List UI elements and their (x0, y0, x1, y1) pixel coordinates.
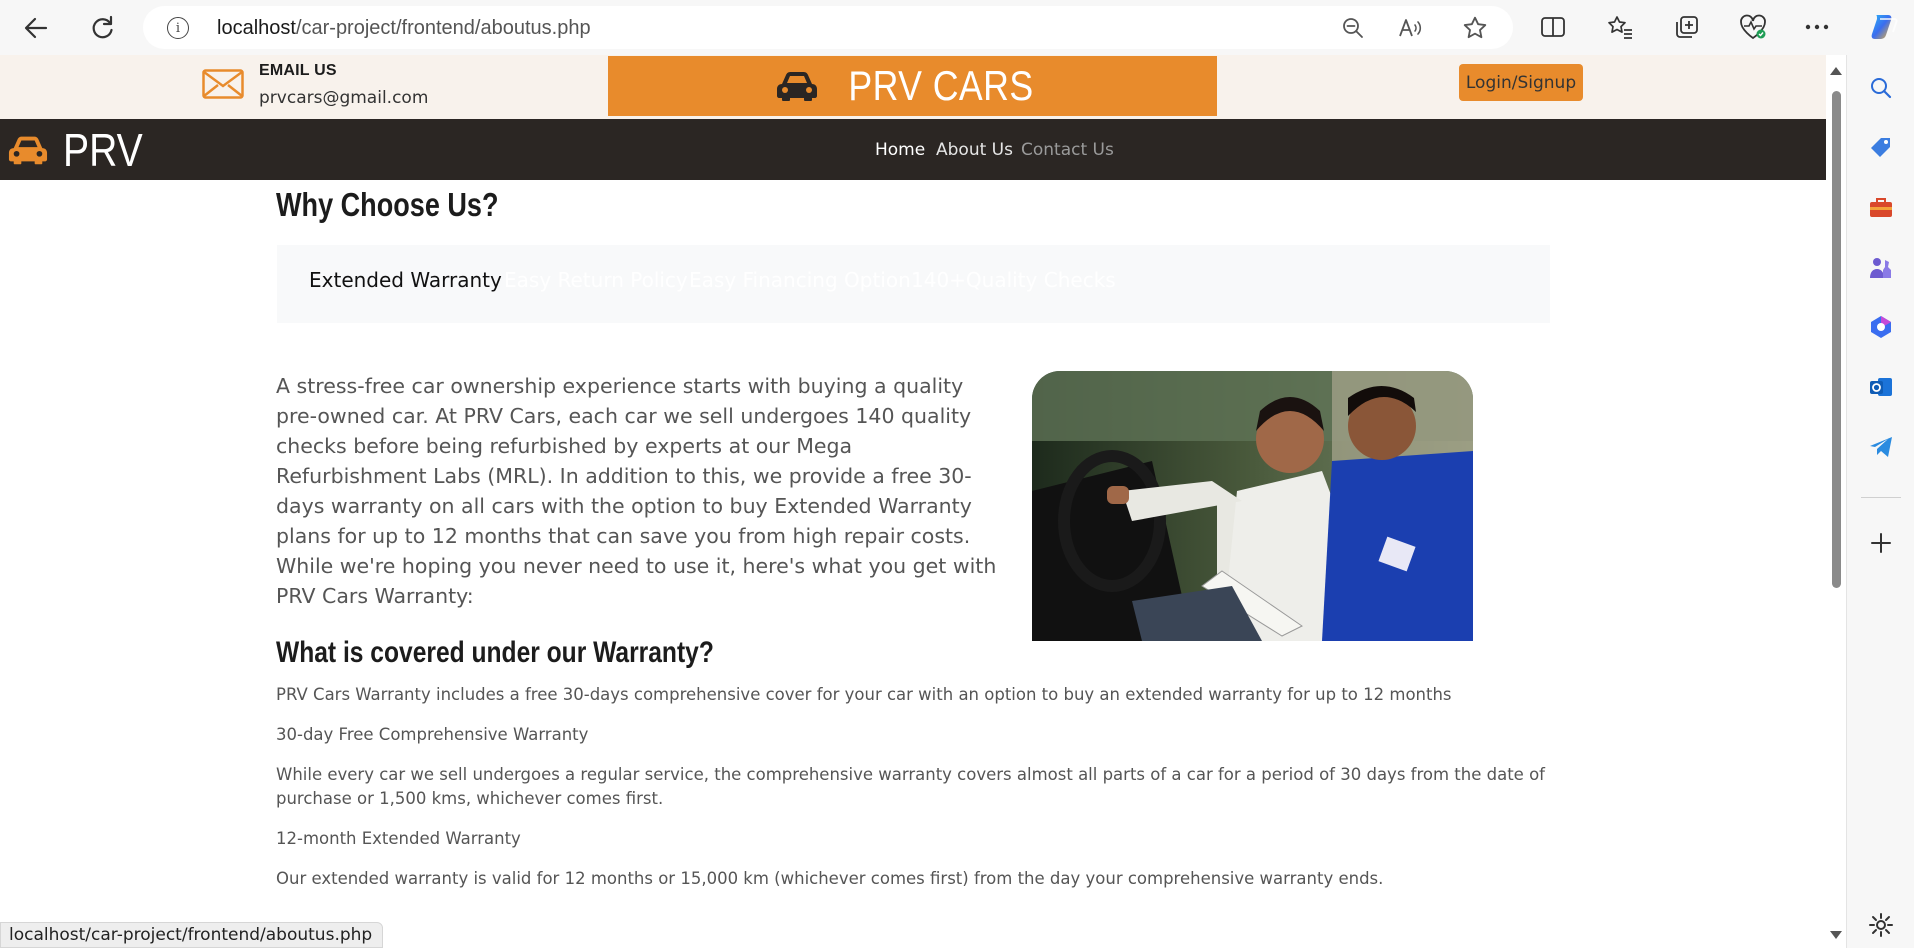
free-warranty-description: While every car we sell undergoes a regu… (276, 765, 1545, 808)
tab-easy-return[interactable]: Easy Return Policy (504, 268, 688, 292)
brand-banner-text: PRV CARS (847, 62, 1034, 109)
telegram-icon[interactable] (1866, 432, 1896, 462)
email-address: prvcars@gmail.com (259, 88, 429, 108)
more-menu-icon[interactable] (1802, 12, 1832, 42)
shopping-tag-icon[interactable] (1866, 132, 1896, 162)
nav-home-link[interactable]: Home (875, 140, 925, 160)
warranty-covered-heading: What is covered under our Warranty? (276, 636, 714, 669)
description-paragraph-1: A stress-free car ownership experience s… (276, 374, 972, 548)
tools-icon[interactable] (1866, 192, 1896, 222)
status-url-bubble: localhost/car-project/frontend/aboutus.p… (0, 922, 384, 948)
extended-warranty-title: 12-month Extended Warranty (276, 829, 521, 848)
browser-essentials-icon[interactable] (1738, 12, 1768, 42)
extended-warranty-description: Our extended warranty is valid for 12 mo… (276, 869, 1384, 888)
brand-banner: PRV CARS (608, 56, 1217, 116)
microsoft-365-icon[interactable] (1866, 312, 1896, 342)
main-navbar: PRV Home About Us Contact Us (0, 119, 1826, 180)
why-choose-heading: Why Choose Us? (276, 186, 499, 223)
info-icon[interactable]: i (167, 17, 189, 39)
search-icon[interactable] (1866, 73, 1896, 103)
scroll-up-arrow-icon[interactable] (1830, 67, 1842, 75)
description-paragraph-2: While we're hoping you never need to use… (276, 554, 997, 608)
photo-illustration (1032, 371, 1473, 641)
browser-toolbar: i localhost/car-project/frontend/aboutus… (0, 0, 1914, 55)
outlook-icon[interactable] (1866, 372, 1896, 402)
url-text[interactable]: localhost/car-project/frontend/aboutus.p… (217, 17, 591, 40)
scroll-down-arrow-icon[interactable] (1830, 931, 1842, 939)
read-aloud-icon[interactable] (1397, 14, 1425, 42)
favorite-star-icon[interactable] (1461, 14, 1489, 42)
zoom-out-icon[interactable] (1339, 14, 1367, 42)
top-info-bar: EMAIL US prvcars@gmail.com PRV CARS Logi… (0, 55, 1826, 119)
page-scrollbar[interactable] (1826, 55, 1846, 948)
collections-icon[interactable] (1672, 12, 1702, 42)
tab-easy-financing[interactable]: Easy Financing Option (689, 268, 911, 292)
login-signup-button[interactable]: Login/Signup (1459, 64, 1583, 101)
add-icon[interactable] (1866, 528, 1896, 558)
nav-about-link[interactable]: About Us (936, 140, 1013, 160)
tab-quality-checks[interactable]: 140+Quality Checks (911, 268, 1116, 292)
settings-icon[interactable] (1866, 910, 1896, 940)
sidebar-divider (1861, 497, 1901, 498)
address-bar[interactable]: i localhost/car-project/frontend/aboutus… (143, 6, 1513, 49)
split-screen-icon[interactable] (1538, 12, 1568, 42)
refresh-icon[interactable] (84, 10, 120, 46)
envelope-icon (202, 69, 244, 99)
back-arrow-icon[interactable] (18, 10, 54, 46)
scroll-thumb[interactable] (1832, 91, 1841, 588)
page-viewport: EMAIL US prvcars@gmail.com PRV CARS Logi… (0, 55, 1826, 948)
tab-extended-warranty[interactable]: Extended Warranty (309, 268, 502, 292)
games-icon[interactable] (1866, 252, 1896, 282)
feature-tabs: Extended Warranty Easy Return Policy Eas… (277, 245, 1550, 323)
car-icon (776, 72, 817, 101)
car-interior-photo (1032, 371, 1473, 641)
edge-sidebar (1846, 55, 1914, 948)
warranty-description: A stress-free car ownership experience s… (276, 371, 1006, 611)
logo-car-icon[interactable] (8, 134, 48, 166)
copilot-icon[interactable] (1866, 10, 1900, 44)
favorites-icon[interactable] (1605, 12, 1635, 42)
free-warranty-title: 30-day Free Comprehensive Warranty (276, 725, 589, 744)
email-us-label: EMAIL US (259, 62, 337, 79)
logo-text[interactable]: PRV (63, 123, 143, 177)
warranty-intro: PRV Cars Warranty includes a free 30-day… (276, 685, 1452, 704)
nav-contact-link[interactable]: Contact Us (1021, 140, 1114, 160)
